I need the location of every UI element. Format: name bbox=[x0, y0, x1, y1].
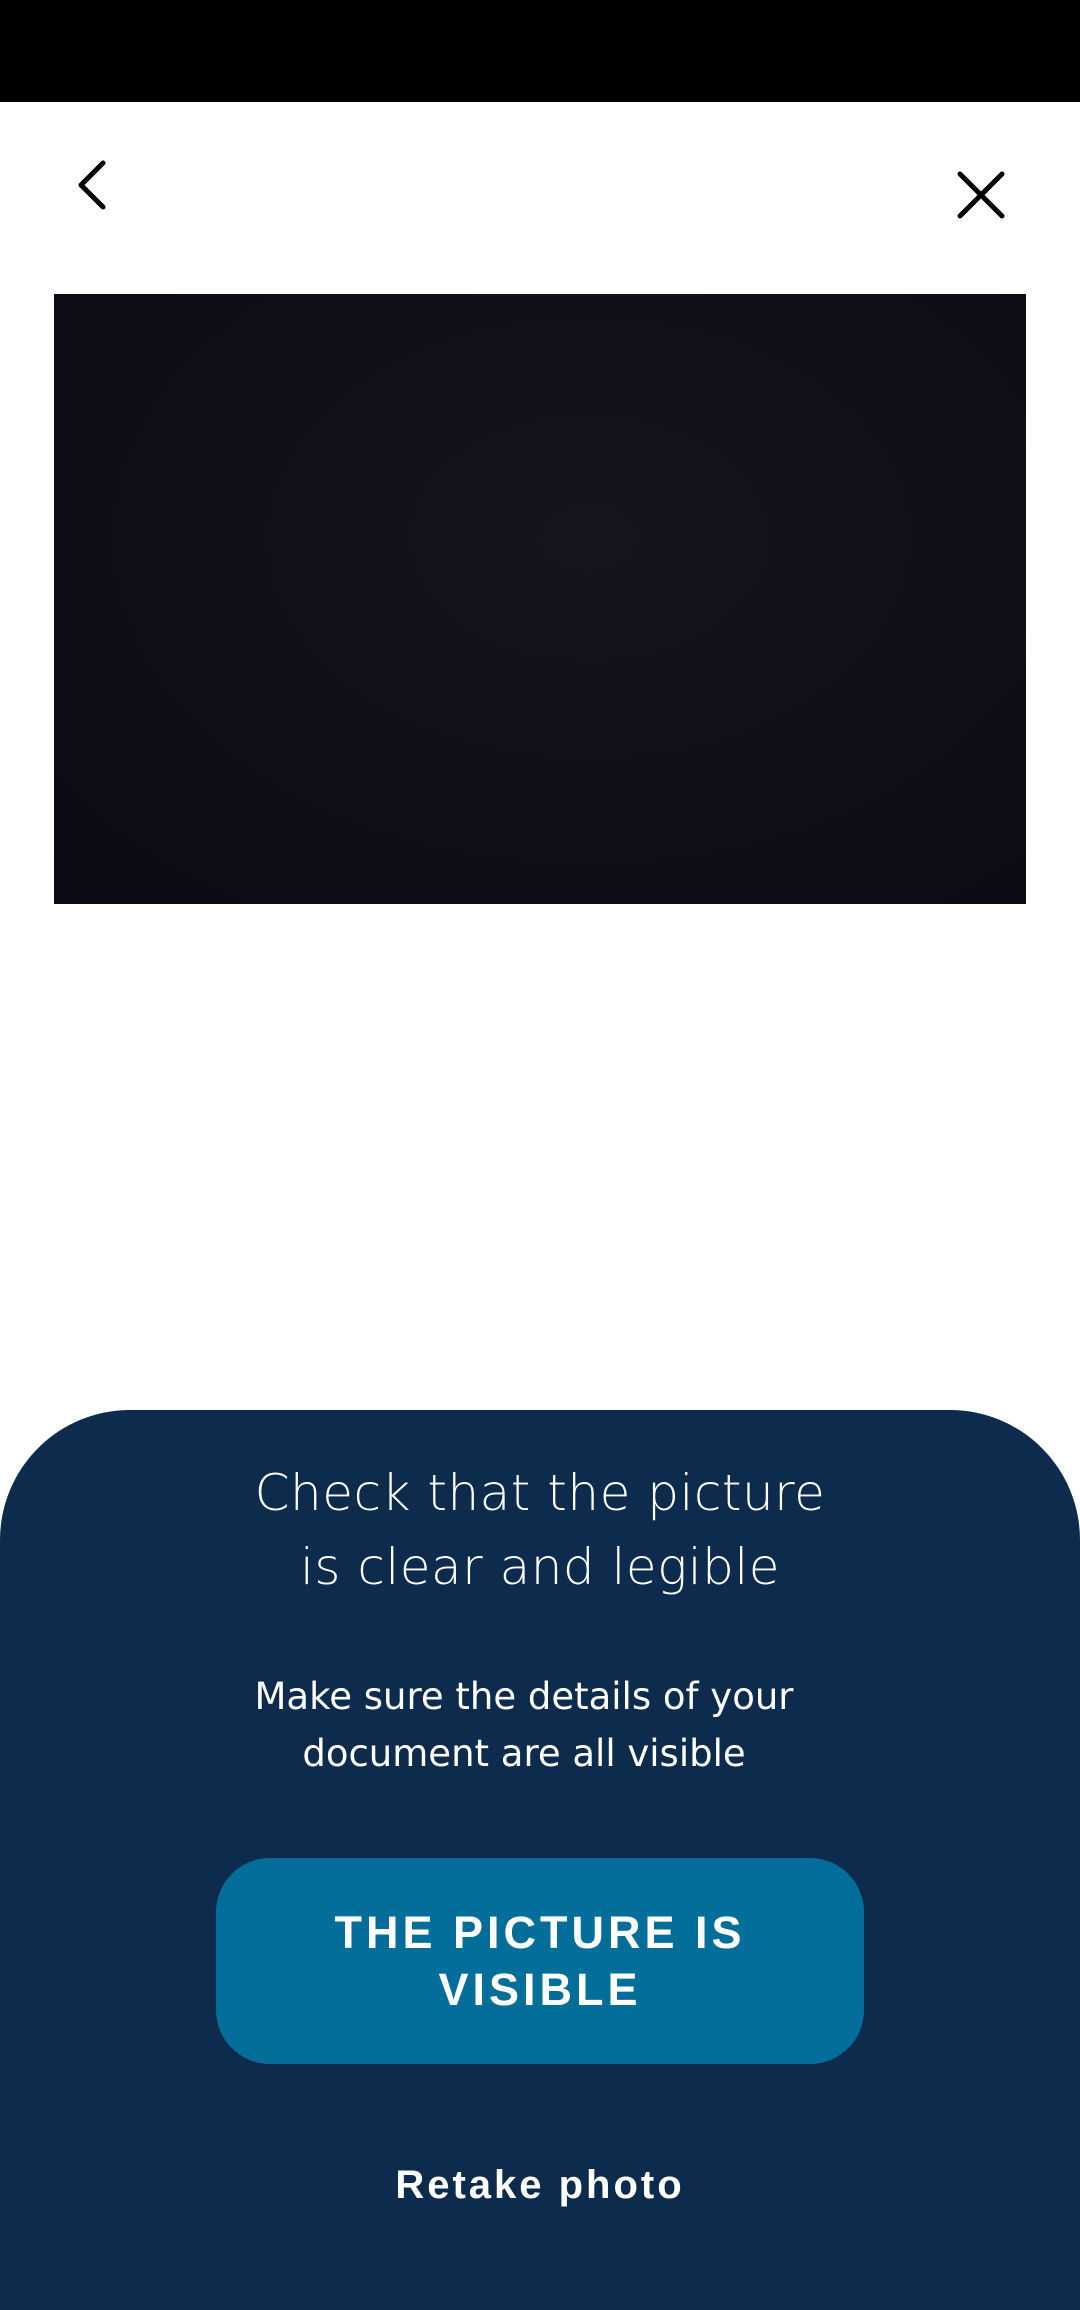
retake-photo-button[interactable]: Retake photo bbox=[290, 2150, 790, 2220]
close-icon bbox=[957, 171, 1005, 219]
captured-photo-preview bbox=[54, 294, 1026, 904]
sheet-subtitle: Make sure the details of your document a… bbox=[254, 1675, 794, 1775]
picture-visible-button[interactable]: THE PICTURE IS VISIBLE bbox=[216, 1858, 864, 2064]
status-bar bbox=[0, 0, 1080, 102]
chevron-left-icon bbox=[78, 160, 106, 210]
close-button[interactable] bbox=[946, 160, 1016, 230]
retake-photo-button-label: Retake photo bbox=[395, 2162, 685, 2207]
top-navigation bbox=[0, 102, 1080, 292]
back-button[interactable] bbox=[58, 152, 124, 218]
sheet-title: Check that the picture is clear and legi… bbox=[254, 1464, 826, 1596]
picture-visible-button-label: THE PICTURE IS VISIBLE bbox=[334, 1907, 746, 2015]
